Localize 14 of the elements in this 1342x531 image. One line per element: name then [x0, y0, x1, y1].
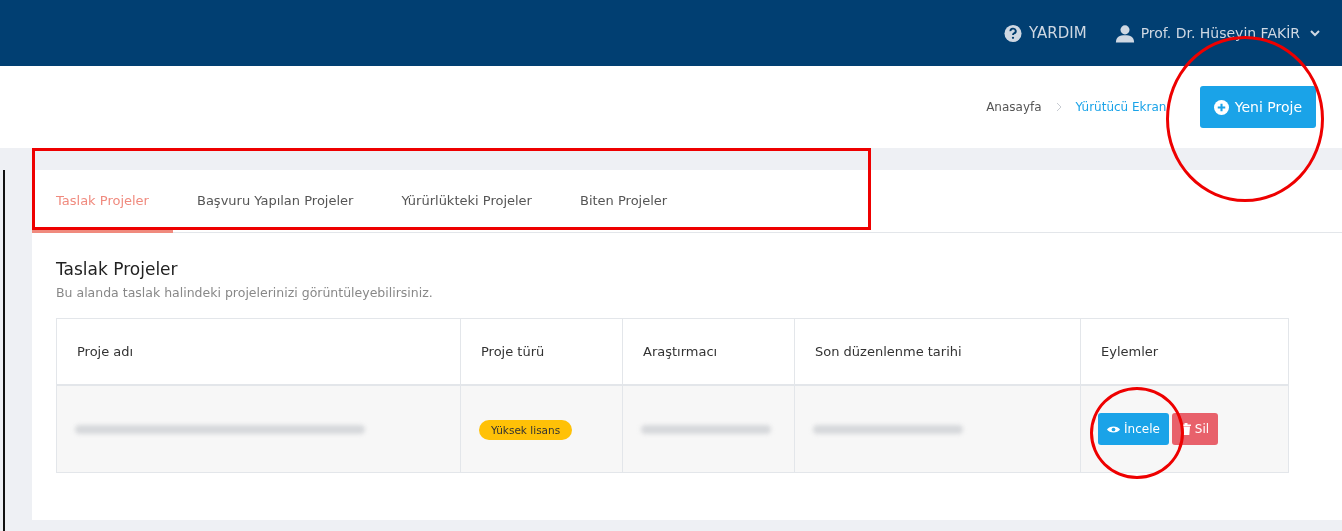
chevron-down-icon	[1310, 29, 1320, 37]
type-badge: Yüksek lisans	[479, 419, 573, 440]
help-icon	[1003, 23, 1024, 43]
breadcrumb-separator-icon	[1055, 102, 1062, 112]
section-title: Taslak Projeler	[56, 259, 179, 279]
plus-circle-icon	[1213, 99, 1229, 115]
section-subtitle: Bu alanda taslak halindeki projelerinizi görüntüleyebilirsiniz.	[56, 285, 434, 300]
eye-icon	[1107, 424, 1120, 434]
user-icon	[1114, 23, 1135, 43]
tab[interactable]: Başvuru Yapılan Projeler	[172, 170, 378, 233]
help-link[interactable]: YARDIM	[1003, 23, 1087, 43]
tab[interactable]: Biten Projeler	[555, 170, 692, 233]
breadcrumb-link[interactable]: Anasayfa	[986, 100, 1042, 114]
tab[interactable]: Yürürlükteki Projeler	[377, 170, 556, 233]
